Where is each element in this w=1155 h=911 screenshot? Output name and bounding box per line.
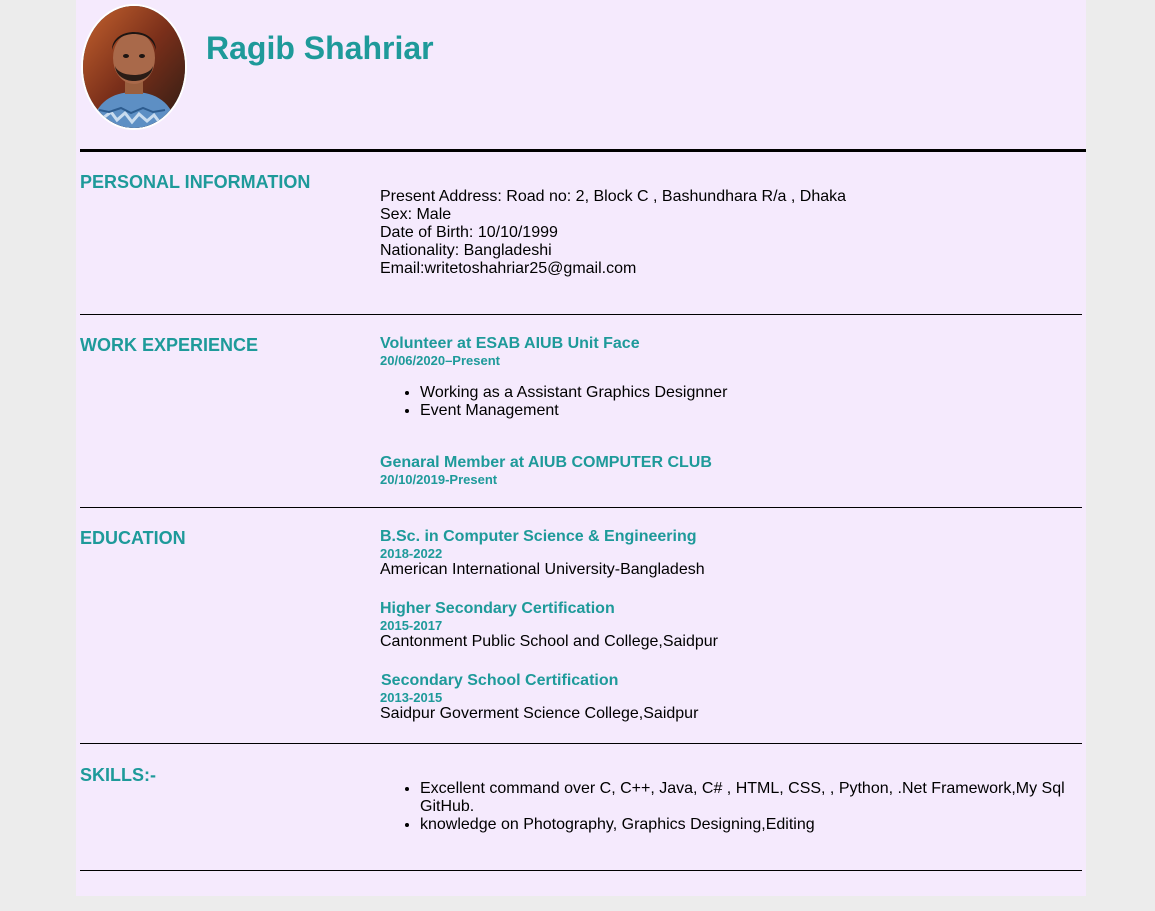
institution-name: Saidpur Goverment Science College,Saidpu… <box>380 705 699 722</box>
work-item-duties: Working as a Assistant Graphics Designne… <box>380 384 1080 420</box>
section-divider <box>80 870 1082 871</box>
work-item-date: 20/10/2019-Present <box>380 472 498 487</box>
section-heading-work: WORK EXPERIENCE <box>80 335 259 355</box>
section-divider <box>80 743 1082 744</box>
list-item: knowledge on Photography, Graphics Desig… <box>420 816 1068 834</box>
section-divider <box>80 507 1082 508</box>
skills-block: Excellent command over C, C++, Java, C# … <box>380 780 1080 834</box>
institution-name: Cantonment Public School and College,Sai… <box>380 633 718 650</box>
section-heading-personal: PERSONAL INFORMATION <box>80 172 311 192</box>
email-line: Email:writetoshahriar25@gmail.com <box>380 260 637 277</box>
work-item: Volunteer at ESAB AIUB Unit Face 20/06/2… <box>380 335 1080 368</box>
page-title: Ragib Shahriar <box>206 30 434 66</box>
dob-line: Date of Birth: 10/10/1999 <box>380 224 558 241</box>
sex-line: Sex: Male <box>380 206 452 223</box>
degree-title: Higher Secondary Certification <box>380 600 615 617</box>
list-item: Excellent command over C, C++, Java, C# … <box>420 780 1068 816</box>
work-item-title: Genaral Member at AIUB COMPUTER CLUB <box>380 454 712 471</box>
section-heading-education: EDUCATION <box>80 528 186 548</box>
list-item: Event Management <box>420 402 1080 420</box>
degree-years: 2018-2022 <box>380 546 443 561</box>
person-photo-icon <box>81 4 187 130</box>
list-item: Working as a Assistant Graphics Designne… <box>420 384 1080 402</box>
section-divider <box>80 314 1082 315</box>
degree-years: 2015-2017 <box>380 618 443 633</box>
education-item: Higher Secondary Certification 2015-2017… <box>380 600 1080 651</box>
personal-info-block: Present Address: Road no: 2, Block C , B… <box>380 188 1080 278</box>
work-item: Genaral Member at AIUB COMPUTER CLUB 20/… <box>380 454 1080 487</box>
education-item: B.Sc. in Computer Science & Engineering … <box>380 528 1080 579</box>
education-item: Secondary School Certification 2013-2015… <box>380 672 1080 723</box>
work-item-date: 20/06/2020–Present <box>380 353 500 368</box>
work-item-title: Volunteer at ESAB AIUB Unit Face <box>380 335 640 352</box>
nationality-line: Nationality: Bangladeshi <box>380 242 552 259</box>
section-heading-skills: SKILLS:- <box>80 765 156 785</box>
degree-title: Secondary School Certification <box>381 672 619 689</box>
address-line: Present Address: Road no: 2, Block C , B… <box>380 188 847 205</box>
degree-years: 2013-2015 <box>380 690 443 705</box>
institution-name: American International University-Bangla… <box>380 561 705 578</box>
header-divider <box>80 149 1086 152</box>
resume-page: Ragib Shahriar PERSONAL INFORMATION Pres… <box>76 0 1086 896</box>
degree-title: B.Sc. in Computer Science & Engineering <box>380 528 697 545</box>
